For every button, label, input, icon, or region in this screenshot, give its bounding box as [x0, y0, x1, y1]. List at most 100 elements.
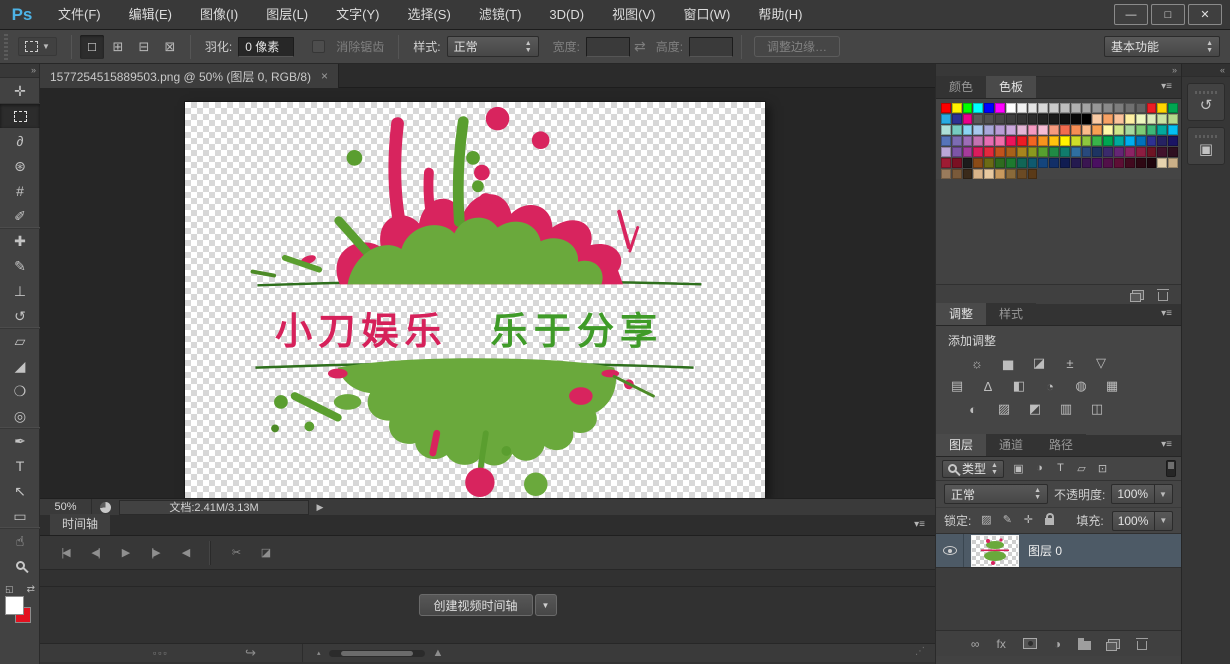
- close-tab-icon[interactable]: ×: [321, 69, 328, 83]
- pen-tool[interactable]: ✒: [0, 428, 40, 453]
- new-layer-icon[interactable]: [1106, 638, 1121, 651]
- panel-menu-icon[interactable]: ▾≡: [914, 515, 925, 535]
- color-swatch[interactable]: [973, 158, 984, 168]
- close-button[interactable]: ✕: [1188, 4, 1222, 25]
- refine-edge-button[interactable]: 调整边缘…: [754, 36, 841, 57]
- levels-icon[interactable]: ▅: [997, 355, 1019, 371]
- menu-item[interactable]: 图层(L): [252, 0, 322, 30]
- layer-name[interactable]: 图层 0: [1028, 542, 1062, 559]
- vibrance-icon[interactable]: ▽: [1090, 355, 1112, 371]
- link-layers-icon[interactable]: ∞: [971, 637, 980, 651]
- color-swatch[interactable]: [962, 136, 973, 146]
- dodge-tool[interactable]: ◎: [0, 403, 40, 428]
- color-swatch[interactable]: [1092, 103, 1103, 113]
- color-swatch[interactable]: [941, 103, 951, 113]
- selective-color-icon[interactable]: ◫: [1086, 401, 1108, 417]
- color-swatch[interactable]: [1027, 158, 1038, 168]
- zoom-level-input[interactable]: 50%: [40, 499, 92, 515]
- color-swatch[interactable]: [1027, 114, 1038, 124]
- color-swatch[interactable]: [973, 169, 984, 179]
- color-swatch[interactable]: [1070, 158, 1081, 168]
- color-swatch[interactable]: [1049, 158, 1059, 168]
- color-swatch[interactable]: [1146, 125, 1157, 135]
- color-swatch[interactable]: [1049, 125, 1059, 135]
- color-swatch[interactable]: [941, 136, 951, 146]
- color-swatch[interactable]: [1103, 103, 1114, 113]
- color-swatch[interactable]: [1135, 103, 1146, 113]
- next-frame-button[interactable]: |▶: [140, 541, 170, 565]
- color-swatch[interactable]: [1135, 114, 1146, 124]
- color-swatch[interactable]: [1103, 125, 1114, 135]
- color-swatch[interactable]: [1038, 158, 1049, 168]
- color-swatch[interactable]: [984, 158, 995, 168]
- rectangular-marquee-tool[interactable]: [0, 103, 40, 128]
- menu-item[interactable]: 文字(Y): [322, 0, 393, 30]
- gradient-map-icon[interactable]: ▥: [1055, 401, 1077, 417]
- tab-通道[interactable]: 通道: [986, 434, 1037, 456]
- color-swatch[interactable]: [951, 136, 962, 146]
- history-brush-tool[interactable]: ↺: [0, 303, 40, 328]
- color-swatch[interactable]: [941, 147, 951, 157]
- color-swatch[interactable]: [1005, 103, 1016, 113]
- color-swatch[interactable]: [1157, 125, 1168, 135]
- color-swatch[interactable]: [1146, 103, 1157, 113]
- color-swatch[interactable]: [1092, 125, 1103, 135]
- color-swatch[interactable]: [1005, 114, 1016, 124]
- color-swatch[interactable]: [951, 103, 962, 113]
- color-swatch[interactable]: [1103, 158, 1114, 168]
- color-swatch[interactable]: [1081, 103, 1092, 113]
- filter-type-layers-icon[interactable]: T: [1052, 462, 1069, 475]
- menu-item[interactable]: 帮助(H): [744, 0, 816, 30]
- color-swatch[interactable]: [1092, 136, 1103, 146]
- filter-toggle[interactable]: [1166, 460, 1176, 477]
- color-swatch[interactable]: [995, 114, 1005, 124]
- color-swatch[interactable]: [984, 169, 995, 179]
- color-swatch[interactable]: [1114, 147, 1124, 157]
- feather-input[interactable]: 0 像素: [238, 36, 295, 57]
- color-swatch[interactable]: [1135, 147, 1146, 157]
- mute-audio-button[interactable]: ◀: [170, 541, 200, 565]
- photo-filter-icon[interactable]: ◔: [1039, 378, 1061, 394]
- eraser-tool[interactable]: ▱: [0, 328, 40, 353]
- options-grip[interactable]: [4, 33, 8, 60]
- color-swatch[interactable]: [995, 147, 1005, 157]
- render-video-icon[interactable]: ↪: [245, 645, 256, 661]
- color-swatch[interactable]: [1135, 125, 1146, 135]
- color-swatch[interactable]: [962, 158, 973, 168]
- crop-tool[interactable]: #: [0, 178, 40, 203]
- color-swatch[interactable]: [1146, 147, 1157, 157]
- workspace-select[interactable]: 基本功能 ▲ ▼: [1104, 36, 1220, 57]
- transition-button[interactable]: ◪: [250, 541, 280, 565]
- color-swatch[interactable]: [1060, 147, 1070, 157]
- color-swatch[interactable]: [1157, 136, 1168, 146]
- menu-item[interactable]: 文件(F): [44, 0, 115, 30]
- first-frame-button[interactable]: |◀: [50, 541, 80, 565]
- color-swatch[interactable]: [1114, 103, 1124, 113]
- minimize-button[interactable]: —: [1114, 4, 1148, 25]
- color-swatch[interactable]: [973, 103, 984, 113]
- color-swatch[interactable]: [1016, 114, 1027, 124]
- exposure-icon[interactable]: ±: [1059, 355, 1081, 371]
- layer-row[interactable]: 图层 0: [936, 534, 1182, 568]
- color-swatch[interactable]: [1049, 147, 1059, 157]
- menu-item[interactable]: 编辑(E): [115, 0, 186, 30]
- zoom-out-icon[interactable]: ▴: [317, 649, 321, 657]
- color-swatch[interactable]: [1016, 125, 1027, 135]
- tab-颜色[interactable]: 颜色: [936, 76, 987, 98]
- color-swatch[interactable]: [973, 136, 984, 146]
- previous-frame-button[interactable]: ◀|: [80, 541, 110, 565]
- move-tool[interactable]: ✛: [0, 78, 40, 103]
- color-swatch[interactable]: [1038, 114, 1049, 124]
- color-swatch[interactable]: [1103, 136, 1114, 146]
- layer-style-icon[interactable]: fx: [996, 637, 1005, 651]
- panel-menu-icon[interactable]: ▾≡: [1161, 76, 1172, 98]
- canvas[interactable]: 小刀娱乐 乐于分享: [185, 102, 765, 498]
- posterize-icon[interactable]: ▨: [993, 401, 1015, 417]
- color-swatch[interactable]: [1124, 114, 1135, 124]
- color-swatch[interactable]: [1092, 147, 1103, 157]
- curves-icon[interactable]: ◪: [1028, 355, 1050, 371]
- color-swatch[interactable]: [941, 158, 951, 168]
- color-swatch[interactable]: [951, 114, 962, 124]
- color-swatch[interactable]: [1049, 103, 1059, 113]
- color-lookup-icon[interactable]: ▦: [1101, 378, 1123, 394]
